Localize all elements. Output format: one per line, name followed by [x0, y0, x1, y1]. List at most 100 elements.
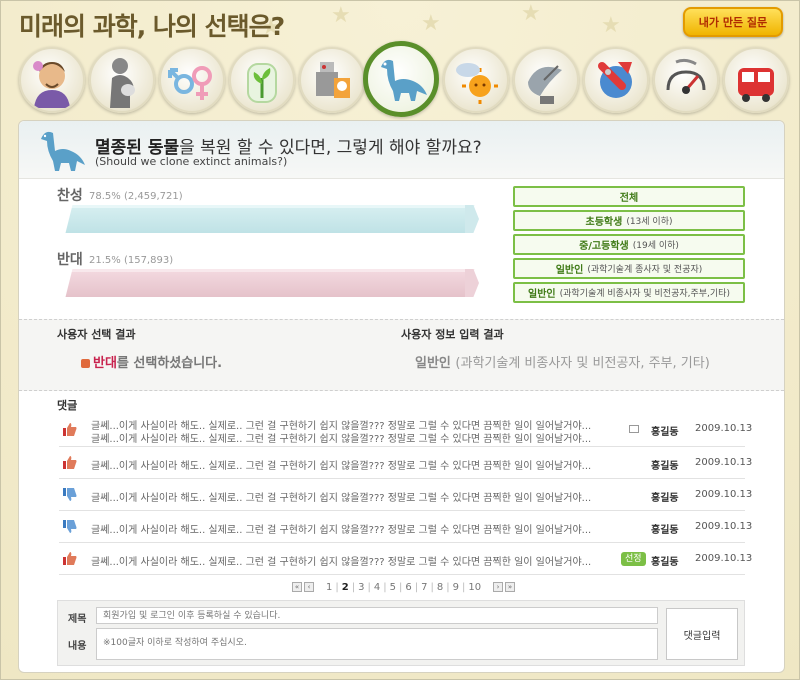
- agree-bar: [65, 205, 475, 233]
- comment-author: 홍길동: [651, 525, 679, 536]
- page-link[interactable]: 8: [437, 582, 443, 593]
- comment-text: 글쎄...이게 사실이라 해도.. 실제로.. 그런 걸 구현하기 쉽지 않을껄…: [91, 461, 592, 472]
- dinosaur-icon: [381, 59, 427, 101]
- weather-sun-icon: [456, 63, 498, 104]
- filter-general-science[interactable]: 일반인 (과학기술계 종사자 및 전공자): [513, 258, 745, 279]
- prev-page-icon[interactable]: ‹: [304, 582, 314, 592]
- gender-symbols-icon: [168, 66, 212, 100]
- gauge-icon: [666, 58, 706, 94]
- topic-robot[interactable]: [299, 47, 365, 113]
- rocket-icon: [598, 62, 632, 98]
- topic-satellite[interactable]: [513, 47, 579, 113]
- filter-sublabel: (19세 이하): [632, 241, 679, 251]
- filter-sublabel: (과학기술계 비종사자 및 비전공자,주부,기타): [559, 289, 730, 299]
- site-title: 미래의 과학, 나의 선택은?: [19, 12, 285, 41]
- page-link[interactable]: 6: [405, 582, 411, 593]
- comment-date: 2009.10.13: [695, 489, 753, 500]
- page-link[interactable]: 9: [453, 582, 459, 593]
- question-panel: 멸종된 동물을 복원 할 수 있다면, 그렇게 해야 할까요? (Should …: [18, 120, 785, 673]
- comment-author: 홍길동: [651, 461, 679, 472]
- topic-pregnancy[interactable]: [89, 47, 155, 113]
- comment-text: 글쎄...이게 사실이라 해도.. 실제로.. 그런 걸 구현하기 쉽지 않을껄…: [91, 525, 592, 536]
- filter-label: 전체: [619, 193, 639, 204]
- content-textarea[interactable]: [96, 628, 658, 660]
- last-page-icon[interactable]: »: [505, 582, 516, 592]
- user-choice-heading: 사용자 선택 결과: [57, 328, 136, 341]
- comment-text: 글쎄...이게 사실이라 해도.. 실제로.. 그런 걸 구현하기 쉽지 않을껄…: [91, 434, 592, 445]
- thumb-down-icon: [81, 359, 90, 368]
- comment-date: 2009.10.13: [695, 521, 753, 532]
- content-label: 내용: [68, 641, 87, 652]
- comment-form: 제목 내용 댓글입력: [57, 600, 745, 666]
- topic-gauge[interactable]: [653, 47, 719, 113]
- topic-gender[interactable]: [159, 47, 225, 113]
- filter-label: 중/고등학생: [579, 241, 629, 252]
- user-info-heading: 사용자 정보 입력 결과: [401, 328, 504, 341]
- first-page-icon[interactable]: «: [292, 582, 302, 592]
- comment-author: 홍길동: [651, 427, 679, 438]
- choice-rest: 를 선택하셨습니다.: [116, 356, 223, 371]
- filter-sublabel: (과학기술계 종사자 및 전공자): [587, 265, 703, 275]
- dinosaur-icon: [41, 131, 85, 171]
- robot-icon: [316, 62, 350, 98]
- page-link[interactable]: 5: [390, 582, 396, 593]
- comment-text: 글쎄...이게 사실이라 해도.. 실제로.. 그런 걸 구현하기 쉽지 않을껄…: [91, 493, 592, 504]
- topic-person[interactable]: [19, 47, 85, 113]
- result-box: 사용자 선택 결과 사용자 정보 입력 결과 반대를 선택하셨습니다. 일반인 …: [19, 319, 784, 391]
- filter-label: 일반인: [528, 289, 556, 300]
- page-link[interactable]: 3: [358, 582, 364, 593]
- filter-secondary[interactable]: 중/고등학생 (19세 이하): [513, 234, 745, 255]
- filter-sublabel: (13세 이하): [626, 217, 673, 227]
- comment-date: 2009.10.13: [695, 423, 753, 434]
- thumb-up-icon: [63, 423, 77, 436]
- disagree-bar: [65, 269, 475, 297]
- filter-all[interactable]: 전체: [513, 186, 745, 207]
- page-link[interactable]: 7: [421, 582, 427, 593]
- filter-elementary[interactable]: 초등학생 (13세 이하): [513, 210, 745, 231]
- comment-row: 글쎄...이게 사실이라 해도.. 실제로.. 그런 걸 구현하기 쉽지 않을껄…: [59, 543, 752, 575]
- user-choice-result: 반대를 선택하셨습니다.: [81, 352, 222, 371]
- pagination: « ‹ 1 | 2 | 3 | 4 | 5 | 6 | 7 | 8 | 9 | 10 › »: [291, 580, 516, 594]
- topic-dinosaur[interactable]: [363, 41, 439, 117]
- my-question-button[interactable]: 내가 만든 질문: [683, 7, 783, 37]
- info-main: 일반인: [415, 356, 451, 371]
- thumb-down-icon: [63, 488, 77, 501]
- submit-comment-button[interactable]: 댓글입력: [666, 608, 738, 660]
- disagree-bar-track: [61, 265, 485, 301]
- page-link-current[interactable]: 2: [342, 582, 349, 593]
- topic-weather[interactable]: [443, 47, 509, 113]
- choice-highlight: 반대: [93, 356, 117, 371]
- satellite-dish-icon: [528, 65, 562, 104]
- topic-train[interactable]: [723, 47, 789, 113]
- disagree-bar-cap: [465, 269, 479, 297]
- topic-nav: [15, 41, 795, 121]
- next-page-icon[interactable]: ›: [493, 582, 504, 592]
- thumb-up-icon: [63, 456, 77, 469]
- comment-author: 홍길동: [651, 493, 679, 504]
- topic-rocket[interactable]: [583, 47, 649, 113]
- train-icon: [738, 68, 774, 102]
- user-info-result: 일반인 (과학기술계 비종사자 및 비전공자, 주부, 기타): [415, 352, 710, 371]
- agree-bar-cap: [465, 205, 479, 233]
- question-header: 멸종된 동물을 복원 할 수 있다면, 그렇게 해야 할까요? (Should …: [19, 121, 784, 179]
- comment-row: 글쎄...이게 사실이라 해도.. 실제로.. 그런 걸 구현하기 쉽지 않을껄…: [59, 411, 752, 447]
- comment-row: 글쎄...이게 사실이라 해도.. 실제로.. 그런 걸 구현하기 쉽지 않을껄…: [59, 447, 752, 479]
- page-link[interactable]: 4: [374, 582, 380, 593]
- filter-label: 일반인: [555, 265, 584, 276]
- comment-author: 홍길동: [651, 557, 679, 568]
- page-link[interactable]: 1: [326, 582, 332, 593]
- topic-plant[interactable]: [229, 47, 295, 113]
- question-subtitle: (Should we clone extinct animals?): [95, 155, 288, 168]
- person-icon: [33, 61, 70, 108]
- comment-date: 2009.10.13: [695, 457, 753, 468]
- filter-general-other[interactable]: 일반인 (과학기술계 비종사자 및 비전공자,주부,기타): [513, 282, 745, 303]
- filter-label: 초등학생: [585, 217, 623, 228]
- page-link[interactable]: 10: [468, 582, 481, 593]
- title-label: 제목: [68, 614, 87, 625]
- comment-row: 글쎄...이게 사실이라 해도.. 실제로.. 그런 걸 구현하기 쉽지 않을껄…: [59, 511, 752, 543]
- comment-row: 글쎄...이게 사실이라 해도.. 실제로.. 그런 걸 구현하기 쉽지 않을껄…: [59, 479, 752, 511]
- title-input[interactable]: [96, 607, 658, 624]
- mail-icon[interactable]: [629, 425, 639, 433]
- thumb-up-icon: [63, 552, 77, 565]
- comment-text: 글쎄...이게 사실이라 해도.. 실제로.. 그런 걸 구현하기 쉽지 않을껄…: [91, 557, 592, 568]
